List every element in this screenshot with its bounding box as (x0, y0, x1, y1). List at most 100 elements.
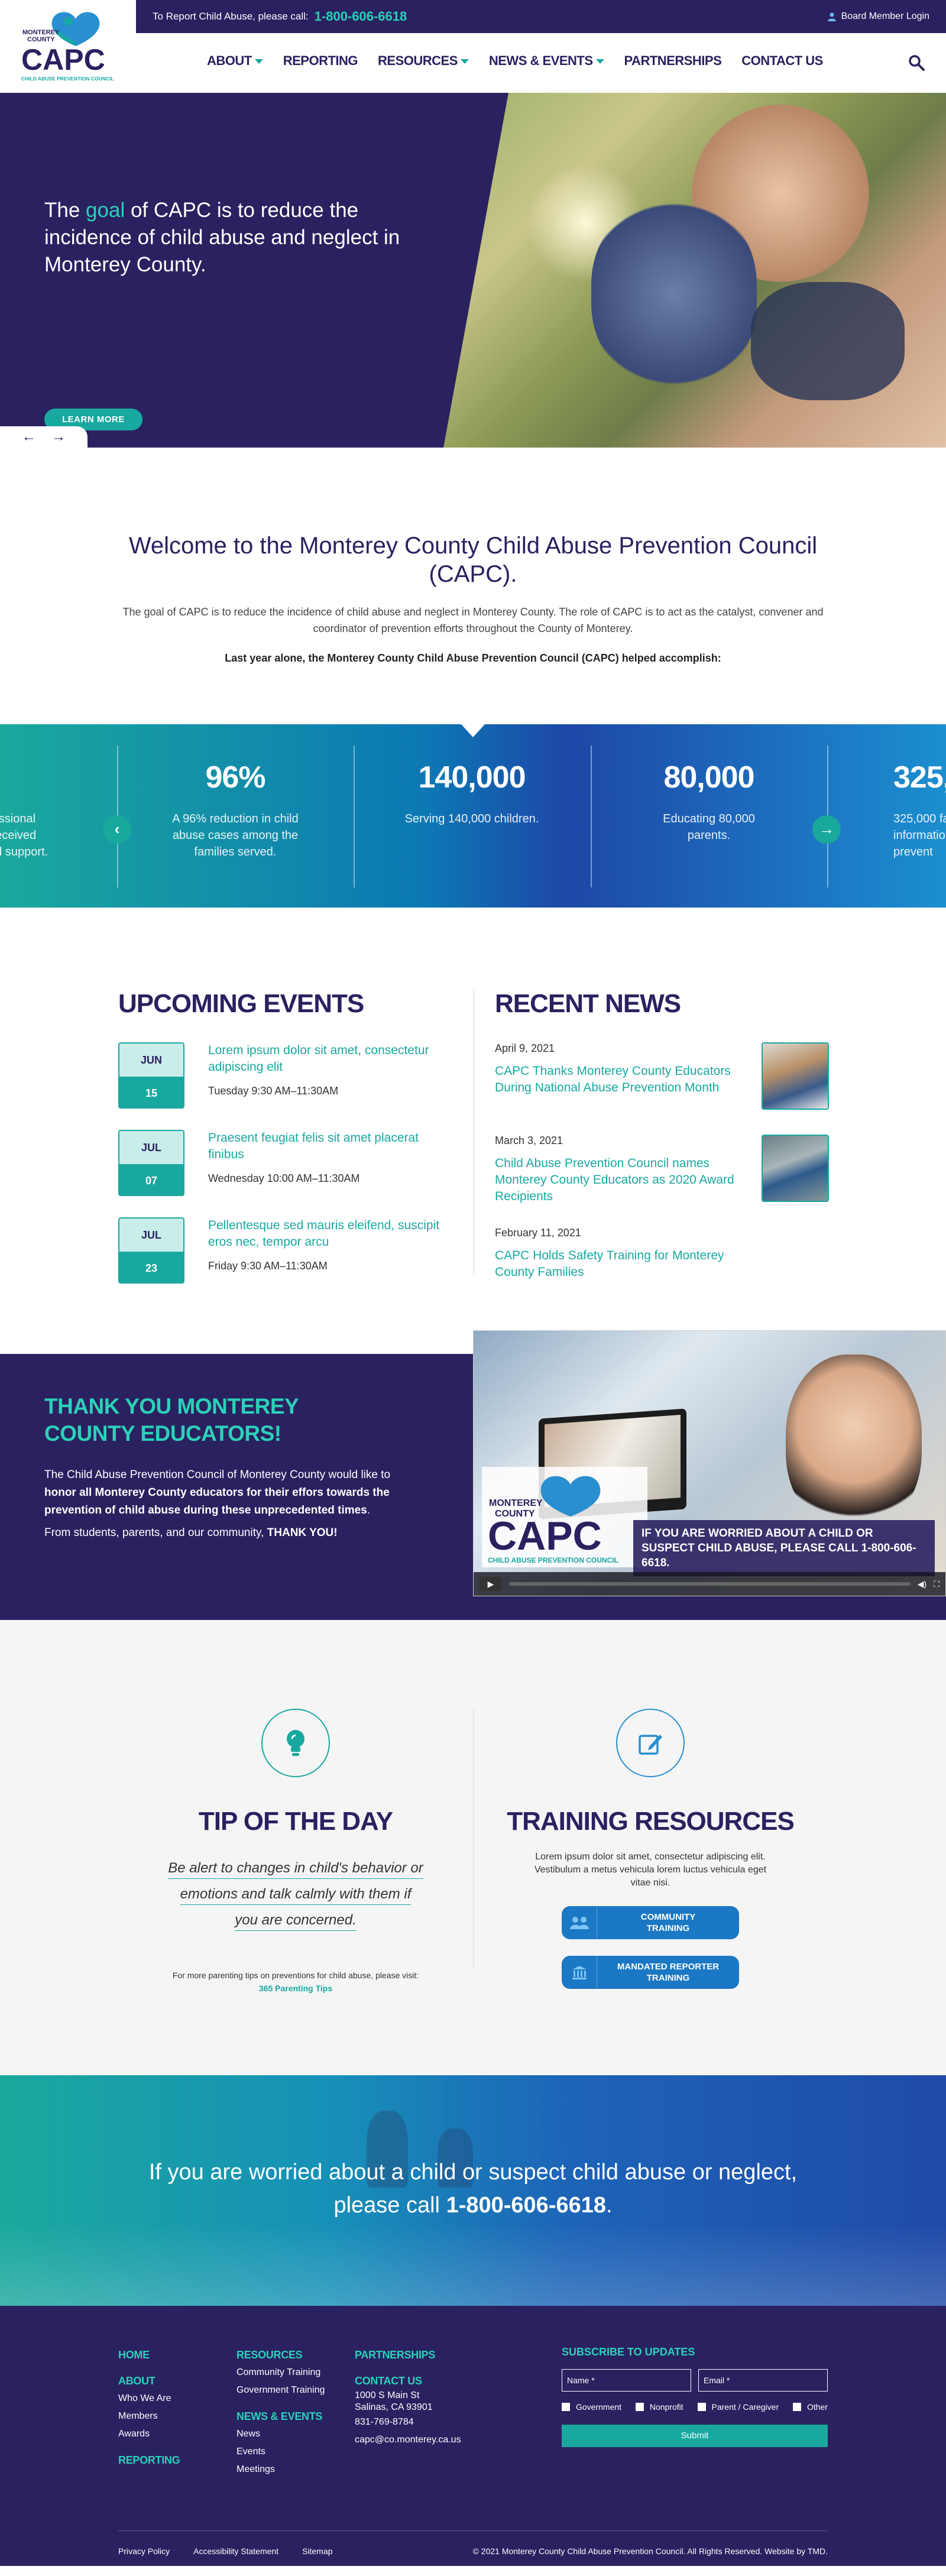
footer-link[interactable]: Meetings (237, 2461, 325, 2478)
nav-item-resources[interactable]: RESOURCES (378, 53, 469, 69)
footer-link-about[interactable]: ABOUT (118, 2372, 180, 2390)
events-title: UPCOMING EVENTS (118, 989, 364, 1018)
news-item[interactable]: February 11, 2021 CAPC Holds Safety Trai… (495, 1227, 829, 1279)
stats-carousel: 000 ofessional s received and support. 9… (0, 724, 946, 908)
news-thumbnail[interactable] (762, 1042, 829, 1110)
capc-logo[interactable]: MONTEREY COUNTY CAPC CHILD ABUSE PREVENT… (21, 8, 116, 85)
arrow-left-icon[interactable]: ← (22, 429, 36, 445)
footer-col-2: RESOURCES Community Training Government … (237, 2346, 325, 2478)
report-phone-link[interactable]: 1-800-606-6618 (315, 9, 407, 24)
thanks-title: THANK YOU MONTEREY COUNTY EDUCATORS! (44, 1394, 299, 1446)
event-time: Wednesday 10:00 AM–11:30AM (208, 1172, 360, 1184)
footer-link-home[interactable]: HOME (118, 2346, 180, 2364)
nav-label: CONTACT US (741, 53, 823, 68)
report-call-banner: If you are worried about a child or susp… (0, 2075, 946, 2306)
accessibility-link[interactable]: Accessibility Statement (193, 2546, 278, 2556)
building-icon (562, 1956, 597, 1989)
event-item[interactable]: JUL 23 Pellentesque sed mauris eleifend, … (118, 1217, 455, 1284)
checkbox-government[interactable]: Government (562, 2402, 621, 2412)
carousel-next-button[interactable]: → (812, 815, 841, 844)
arrow-right-icon[interactable]: → (51, 429, 66, 445)
stat-item: 000 ofessional s received and support. (0, 812, 48, 858)
subscribe-title: SUBSCRIBE TO UPDATES (562, 2346, 695, 2358)
footer-link[interactable]: News (237, 2425, 325, 2443)
event-title-link[interactable]: Pellentesque sed mauris eleifend, suscip… (208, 1217, 455, 1250)
svg-text:CHILD ABUSE PREVENTION COUNCIL: CHILD ABUSE PREVENTION COUNCIL (488, 1556, 618, 1564)
svg-text:CHILD ABUSE PREVENTION COUNCIL: CHILD ABUSE PREVENTION COUNCIL (21, 76, 114, 82)
carousel-prev-button[interactable]: ‹ (103, 815, 131, 844)
footer-link[interactable]: Community Training (237, 2364, 325, 2381)
event-title-link[interactable]: Praesent feugiat felis sit amet placerat… (208, 1130, 455, 1163)
caret-down-icon (254, 59, 263, 64)
footer-link-news-events[interactable]: NEWS & EVENTS (237, 2407, 325, 2425)
nav-item-news-events[interactable]: NEWS & EVENTS (489, 53, 604, 69)
footer-link[interactable]: Members (118, 2407, 180, 2425)
stat-item: 140,000 Serving 140,000 children. (404, 760, 539, 825)
event-time: Tuesday 9:30 AM–11:30AM (208, 1085, 339, 1097)
nav-label: REPORTING (283, 53, 358, 68)
banner-background (0, 2223, 946, 2306)
footer-phone[interactable]: 831-769-8784 (355, 2413, 461, 2431)
recent-news: RECENT NEWS April 9, 2021 CAPC Thanks Mo… (495, 989, 829, 1279)
parenting-tips-link[interactable]: 365 Parenting Tips (259, 1984, 332, 1993)
checkbox-nonprofit[interactable]: Nonprofit (635, 2402, 683, 2412)
board-member-login-link[interactable]: Board Member Login (827, 11, 929, 22)
sitemap-link[interactable]: Sitemap (302, 2546, 332, 2556)
volume-icon[interactable]: ◀) (918, 1579, 926, 1589)
submit-button[interactable]: Submit (562, 2425, 828, 2447)
nav-item-contact[interactable]: CONTACT US (741, 53, 823, 69)
name-field[interactable] (562, 2369, 691, 2392)
section-notch (461, 724, 485, 737)
email-field[interactable] (698, 2369, 828, 2392)
child-illustration (786, 1355, 922, 1532)
news-title-link[interactable]: CAPC Thanks Monterey County Educators Du… (495, 1063, 743, 1096)
tip-quote: Be alert to changes in child's behavior … (118, 1855, 473, 1933)
banner-phone-link[interactable]: 1-800-606-6618 (446, 2193, 606, 2218)
event-title-link[interactable]: Lorem ipsum dolor sit amet, consectetur … (208, 1042, 455, 1075)
footer-link-contact[interactable]: CONTACT US (355, 2372, 461, 2390)
news-title-link[interactable]: Child Abuse Prevention Council names Mon… (495, 1155, 743, 1205)
search-icon[interactable] (908, 54, 925, 71)
svg-text:CAPC: CAPC (488, 1514, 602, 1558)
event-item[interactable]: JUL 07 Praesent feugiat felis sit amet pl… (118, 1130, 455, 1196)
event-time: Friday 9:30 AM–11:30AM (208, 1260, 328, 1272)
banner-text: If you are worried about a child or susp… (148, 2160, 798, 2218)
footer-link[interactable]: Events (237, 2443, 325, 2461)
tip-more-text: For more parenting tips on preventions f… (172, 1971, 419, 1993)
news-title: RECENT NEWS (495, 989, 681, 1018)
fullscreen-icon[interactable]: ⛶ (934, 1579, 939, 1589)
footer-link-partnerships[interactable]: PARTNERSHIPS (355, 2346, 461, 2364)
nav-item-partnerships[interactable]: PARTNERSHIPS (624, 53, 722, 69)
mandated-reporter-training-button[interactable]: MANDATED REPORTER TRAINING (562, 1956, 739, 1989)
community-training-button[interactable]: COMMUNITY TRAINING (562, 1906, 739, 1939)
board-login-label: Board Member Login (841, 11, 929, 21)
play-icon[interactable]: ▶ (480, 1577, 502, 1591)
group-icon (562, 1906, 597, 1939)
news-item[interactable]: March 3, 2021 Child Abuse Prevention Cou… (495, 1135, 829, 1206)
caret-down-icon (595, 59, 604, 64)
footer-link-resources[interactable]: RESOURCES (237, 2346, 325, 2364)
training-title: TRAINING RESOURCES (507, 1807, 795, 1836)
news-title-link[interactable]: CAPC Holds Safety Training for Monterey … (495, 1248, 743, 1281)
video-controls: ▶ ◀) ⛶ (474, 1572, 945, 1596)
welcome-section: Welcome to the Monterey County Child Abu… (0, 448, 946, 710)
footer-link[interactable]: Awards (118, 2425, 180, 2443)
event-item[interactable]: JUN 15 Lorem ipsum dolor sit amet, consec… (118, 1042, 455, 1109)
checkbox-other[interactable]: Other (792, 2402, 828, 2412)
footer-email[interactable]: capc@co.monterey.ca.us (355, 2431, 461, 2449)
news-item[interactable]: April 9, 2021 CAPC Thanks Monterey Count… (495, 1042, 829, 1113)
checkbox-parent-caregiver[interactable]: Parent / Caregiver (697, 2402, 779, 2412)
footer-link[interactable]: Who We Are (118, 2390, 180, 2407)
video-progress-bar[interactable] (509, 1582, 911, 1586)
stat-item: 325, 325,000 fam information prevent (893, 760, 946, 858)
training-resources: TRAINING RESOURCES Lorem ipsum dolor sit… (473, 1709, 828, 1989)
nav-item-about[interactable]: ABOUT (207, 53, 263, 69)
privacy-policy-link[interactable]: Privacy Policy (118, 2546, 170, 2556)
video-player[interactable]: MONTEREY COUNTY CAPC CHILD ABUSE PREVENT… (473, 1330, 946, 1596)
svg-text:COUNTY: COUNTY (27, 36, 55, 43)
footer-link-reporting[interactable]: REPORTING (118, 2451, 180, 2469)
nav-item-reporting[interactable]: REPORTING (283, 53, 358, 69)
footer-link[interactable]: Government Training (237, 2381, 325, 2399)
caret-down-icon (460, 59, 469, 64)
news-thumbnail[interactable] (762, 1135, 829, 1202)
